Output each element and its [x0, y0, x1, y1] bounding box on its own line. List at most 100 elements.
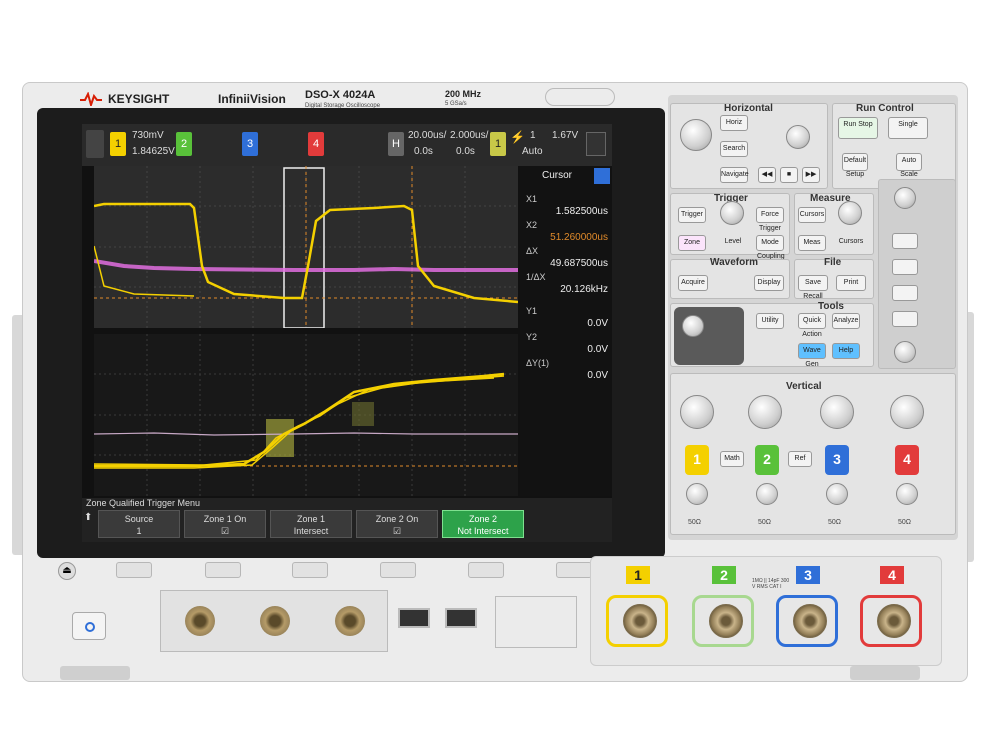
usb-port-1[interactable] [398, 608, 430, 628]
run-stop-button[interactable]: Run Stop [838, 117, 878, 139]
softkey-1-button[interactable] [116, 562, 152, 578]
softkey-6-button[interactable] [556, 562, 592, 578]
search-button[interactable]: Search [720, 141, 748, 157]
horizontal-chip[interactable]: H [388, 132, 404, 156]
ch4-chip[interactable]: 4 [308, 132, 324, 156]
ch2-bnc-input[interactable] [692, 595, 754, 647]
trigger-source-chip[interactable]: 1 [490, 132, 506, 156]
input-4-label: 4 [880, 566, 904, 584]
entry-knob[interactable] [682, 315, 704, 337]
trigger-bolt-icon: ⚡ [510, 130, 525, 144]
ch1-scale-knob[interactable] [680, 395, 714, 429]
utility-button[interactable]: Utility [756, 313, 784, 329]
ch3-chip[interactable]: 3 [242, 132, 258, 156]
ch2-bnc-connector [709, 604, 743, 638]
ch4-bnc-input[interactable] [860, 595, 922, 647]
tools-title: Tools [818, 301, 844, 312]
upper-waveform-area[interactable] [93, 166, 519, 329]
quick-action-button[interactable]: Quick Action [798, 313, 826, 338]
softkey-zone2-mode[interactable]: Zone 2 Not Intersect [442, 510, 524, 538]
ref-button[interactable]: Ref [788, 451, 812, 467]
menu-back-icon[interactable]: ⬆ [84, 512, 96, 538]
file-title: File [824, 257, 842, 268]
time-per-div: 20.00us/ [408, 130, 447, 141]
usb-port-2[interactable] [445, 608, 477, 628]
mode-coupling-button[interactable]: Mode Coupling [756, 235, 785, 260]
right-button-1[interactable] [892, 233, 918, 249]
ch2-button[interactable]: 2 [755, 445, 779, 475]
ch1-impedance: 50Ω [688, 519, 702, 526]
softkey-zone1-mode[interactable]: Zone 1 Intersect [270, 510, 352, 538]
help-button[interactable]: Help [832, 343, 860, 359]
right-upper-knob[interactable] [894, 187, 916, 209]
ch2-scale-knob[interactable] [748, 395, 782, 429]
right-lower-knob[interactable] [894, 341, 916, 363]
single-button[interactable]: Single [888, 117, 928, 139]
softkey-zone2-on[interactable]: Zone 2 On ☑ [356, 510, 438, 538]
print-button[interactable]: Print [836, 275, 866, 291]
back-key-icon[interactable]: ⏏ [58, 562, 76, 580]
softkey-zone1-on[interactable]: Zone 1 On ☑ [184, 510, 266, 538]
ch1-scale: 730mV [132, 130, 164, 141]
ch1-chip[interactable]: 1 [110, 132, 126, 156]
display-button[interactable]: Display [754, 275, 784, 291]
softkey-3-button[interactable] [292, 562, 328, 578]
upper-waveform-plot [93, 166, 519, 329]
acquire-button[interactable]: Acquire [678, 275, 708, 291]
force-trigger-button[interactable]: Force Trigger [756, 207, 784, 232]
ch3-position-knob[interactable] [826, 483, 848, 505]
cursor-knob[interactable] [838, 201, 862, 225]
horizontal-position-knob[interactable] [786, 125, 810, 149]
power-button[interactable] [72, 612, 106, 640]
right-button-4[interactable] [892, 311, 918, 327]
navigate-button[interactable]: Navigate [720, 167, 749, 183]
auto-scale-button[interactable]: Auto Scale [896, 153, 922, 178]
input-3-label: 3 [796, 566, 820, 584]
cursor-panel-icon[interactable] [594, 168, 610, 184]
probe-comp-slot [495, 596, 577, 648]
cursors-button[interactable]: Cursors [798, 207, 826, 223]
nav-stop-icon[interactable]: ■ [780, 167, 798, 183]
demo-connector-icon [185, 606, 215, 636]
save-recall-button[interactable]: Save Recall [798, 275, 828, 300]
waveform-title: Waveform [710, 257, 758, 268]
right-button-2[interactable] [892, 259, 918, 275]
ch3-bnc-input[interactable] [776, 595, 838, 647]
softkey-zone1-mode-label: Zone 1 [296, 514, 326, 524]
wave-gen-button[interactable]: Wave Gen [798, 343, 826, 368]
trigger-button[interactable]: Trigger [678, 207, 706, 223]
softkey-source-label: Source [124, 514, 154, 524]
menu-toggle-icon[interactable] [86, 130, 104, 158]
softkey-2-button[interactable] [205, 562, 241, 578]
ch4-button[interactable]: 4 [895, 445, 919, 475]
ch1-button[interactable]: 1 [685, 445, 709, 475]
ch3-button[interactable]: 3 [825, 445, 849, 475]
ch1-bnc-input[interactable] [606, 595, 668, 647]
nav-forward-icon[interactable]: ▶▶ [802, 167, 820, 183]
options-icon[interactable] [586, 132, 606, 156]
ch3-scale-knob[interactable] [820, 395, 854, 429]
softkey-5-button[interactable] [468, 562, 504, 578]
horiz-button[interactable]: Horiz [720, 115, 748, 131]
ch4-position-knob[interactable] [896, 483, 918, 505]
softkey-source[interactable]: Source 1 [98, 510, 180, 538]
analyze-button[interactable]: Analyze [832, 313, 860, 329]
softkey-zone1-on-label: Zone 1 On [203, 514, 247, 524]
softkey-4-button[interactable] [380, 562, 416, 578]
ch2-position-knob[interactable] [756, 483, 778, 505]
math-button[interactable]: Math [720, 451, 744, 467]
softkey-menu: Zone Qualified Trigger Menu ⬆ Source 1 Zo… [82, 498, 612, 542]
touch-pad [674, 307, 744, 365]
cursor-panel-title: Cursor [542, 170, 573, 181]
ch4-scale-knob[interactable] [890, 395, 924, 429]
default-setup-button[interactable]: Default Setup [842, 153, 868, 178]
meas-button[interactable]: Meas [798, 235, 826, 251]
right-button-3[interactable] [892, 285, 918, 301]
lower-waveform-area[interactable] [93, 334, 518, 496]
ch1-position-knob[interactable] [686, 483, 708, 505]
ch2-chip[interactable]: 2 [176, 132, 192, 156]
trigger-level-knob[interactable] [720, 201, 744, 225]
nav-back-icon[interactable]: ◀◀ [758, 167, 776, 183]
zone-button[interactable]: Zone [678, 235, 706, 251]
horizontal-scale-knob[interactable] [680, 119, 712, 151]
